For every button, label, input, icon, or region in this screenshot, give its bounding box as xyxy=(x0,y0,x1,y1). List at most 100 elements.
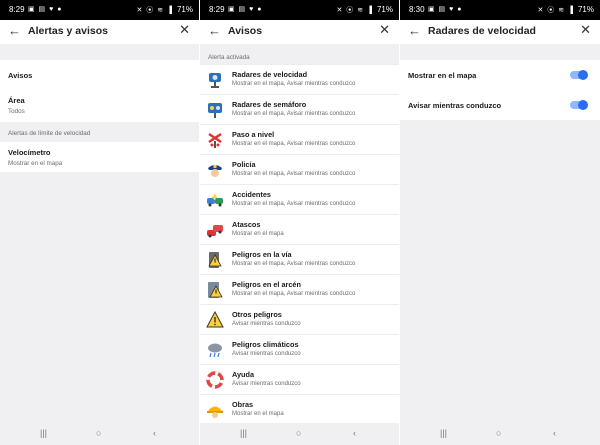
item-subtitle: Mostrar en el mapa xyxy=(232,231,284,237)
item-subtitle: Mostrar en el mapa, Avisar mientras cond… xyxy=(232,81,356,87)
item-title: Paso a nivel xyxy=(232,130,275,139)
railroad-crossing-icon xyxy=(208,132,222,148)
app-bar: ← Alertas y avisos ✕ xyxy=(0,20,199,44)
battery-level: 71% xyxy=(176,5,193,14)
list-item[interactable]: Otros peligros Avisar mientras conduzco xyxy=(200,304,399,334)
list-item[interactable]: Ayuda Avisar mientras conduzco xyxy=(200,364,399,394)
battery-level: 71% xyxy=(376,5,393,14)
list-item[interactable]: Peligros climáticos Avisar mientras cond… xyxy=(200,334,399,364)
list-item[interactable]: Policía Mostrar en el mapa, Avisar mient… xyxy=(200,154,399,184)
police-icon xyxy=(208,165,222,177)
item-title: Peligros en el arcén xyxy=(232,280,301,289)
page-title: Alertas y avisos xyxy=(28,25,108,37)
area-value: Todos xyxy=(8,108,25,115)
recent-apps-icon[interactable]: ||| xyxy=(40,428,47,438)
recent-apps-icon[interactable]: ||| xyxy=(440,428,447,438)
list-item[interactable]: Radares de semáforo Mostrar en el mapa, … xyxy=(200,94,399,124)
item-title: Peligros en la vía xyxy=(232,250,292,259)
status-bar: 8:29 ▣ ▤ ♥ ● ✕ ⦿ ≋ ▐ 71% xyxy=(0,0,199,20)
item-subtitle: Mostrar en el mapa, Avisar mientras cond… xyxy=(232,171,356,177)
construction-icon xyxy=(207,406,223,418)
item-title: Atascos xyxy=(232,220,261,229)
area-row[interactable]: Área Todos xyxy=(0,90,199,122)
speed-limit-section-label: Alertas de límite de velocidad xyxy=(8,130,91,137)
weather-icon xyxy=(208,343,222,358)
traffic-light-camera-icon xyxy=(208,103,222,118)
back-arrow-icon[interactable]: ← xyxy=(208,24,221,38)
nav-back-icon[interactable]: ‹ xyxy=(553,428,556,438)
item-subtitle: Mostrar en el mapa, Avisar mientras cond… xyxy=(232,201,356,207)
system-nav-bar: ||| ○ ‹ xyxy=(0,423,199,445)
item-title: Otros peligros xyxy=(232,310,282,319)
area-label: Área xyxy=(8,96,25,105)
system-icons: ✕ ⦿ ≋ ▐ xyxy=(537,7,574,14)
speedometer-value: Mostrar en el mapa xyxy=(8,160,63,167)
item-subtitle: Avisar mientras conduzco xyxy=(232,351,301,357)
speedometer-row[interactable]: Velocímetro Mostrar en el mapa xyxy=(0,142,199,172)
item-title: Obras xyxy=(232,400,254,409)
item-title: Radares de velocidad xyxy=(232,70,308,79)
app-bar: ← Radares de velocidad ✕ xyxy=(400,20,600,44)
recent-apps-icon[interactable]: ||| xyxy=(240,428,247,438)
item-subtitle: Mostrar en el mapa, Avisar mientras cond… xyxy=(232,261,356,267)
system-icons: ✕ ⦿ ≋ ▐ xyxy=(136,7,173,14)
show-on-map-toggle[interactable] xyxy=(570,70,588,80)
road-hazard-icon xyxy=(208,252,222,268)
item-title: Policía xyxy=(232,160,256,169)
item-subtitle: Mostrar en el mapa xyxy=(232,411,284,417)
home-icon[interactable]: ○ xyxy=(496,428,501,438)
alerts-and-notices-screen: 8:29 ▣ ▤ ♥ ● ✕ ⦿ ≋ ▐ 71% ← Alertas y avi… xyxy=(0,0,199,445)
lifebuoy-icon xyxy=(206,371,224,389)
home-icon[interactable]: ○ xyxy=(296,428,301,438)
warning-icon xyxy=(206,311,224,328)
app-bar: ← Avisos ✕ xyxy=(200,20,399,44)
system-nav-bar: ||| ○ ‹ xyxy=(400,423,600,445)
item-title: Ayuda xyxy=(232,370,255,379)
status-time: 8:30 xyxy=(409,5,425,14)
item-subtitle: Mostrar en el mapa, Avisar mientras cond… xyxy=(232,141,356,147)
nav-back-icon[interactable]: ‹ xyxy=(153,428,156,438)
close-icon[interactable]: ✕ xyxy=(379,23,390,37)
back-arrow-icon[interactable]: ← xyxy=(408,24,421,38)
item-subtitle: Avisar mientras conduzco xyxy=(232,381,301,387)
list-item[interactable]: Obras Mostrar en el mapa xyxy=(200,394,399,424)
alert-enabled-section-label: Alerta activada xyxy=(208,54,250,61)
notice-list: Radares de velocidad Mostrar en el mapa,… xyxy=(200,64,399,424)
item-title: Peligros climáticos xyxy=(232,340,299,349)
warn-while-driving-row[interactable]: Avisar mientras conduzco xyxy=(400,90,600,120)
accident-icon xyxy=(207,193,223,207)
warn-while-driving-toggle[interactable] xyxy=(570,100,588,110)
status-time: 8:29 xyxy=(209,5,225,14)
speed-camera-settings-screen: 8:30 ▣ ▤ ♥ ● ✕ ⦿ ≋ ▐ 71% ← Radares de ve… xyxy=(400,0,600,445)
speedometer-label: Velocímetro xyxy=(8,148,51,157)
list-item[interactable]: Peligros en la vía Mostrar en el mapa, A… xyxy=(200,244,399,274)
system-nav-bar: ||| ○ ‹ xyxy=(200,423,399,445)
list-item[interactable]: Radares de velocidad Mostrar en el mapa,… xyxy=(200,64,399,94)
back-arrow-icon[interactable]: ← xyxy=(8,24,21,38)
list-item[interactable]: Paso a nivel Mostrar en el mapa, Avisar … xyxy=(200,124,399,154)
warn-while-driving-label: Avisar mientras conduzco xyxy=(408,101,502,110)
item-subtitle: Avisar mientras conduzco xyxy=(232,321,301,327)
item-title: Radares de semáforo xyxy=(232,100,307,109)
home-icon[interactable]: ○ xyxy=(96,428,101,438)
notification-icons: ▣ ▤ ♥ ● xyxy=(228,6,263,13)
show-on-map-label: Mostrar en el mapa xyxy=(408,71,477,80)
item-subtitle: Mostrar en el mapa, Avisar mientras cond… xyxy=(232,291,356,297)
close-icon[interactable]: ✕ xyxy=(580,23,591,37)
item-title: Accidentes xyxy=(232,190,271,199)
nav-back-icon[interactable]: ‹ xyxy=(353,428,356,438)
list-item[interactable]: Peligros en el arcén Mostrar en el mapa,… xyxy=(200,274,399,304)
speed-camera-icon xyxy=(209,73,221,88)
notices-screen: 8:29 ▣ ▤ ♥ ● ✕ ⦿ ≋ ▐ 71% ← Avisos ✕ Aler… xyxy=(200,0,399,445)
show-on-map-row[interactable]: Mostrar en el mapa xyxy=(400,60,600,90)
status-bar: 8:30 ▣ ▤ ♥ ● ✕ ⦿ ≋ ▐ 71% xyxy=(400,0,600,20)
list-item[interactable]: Accidentes Mostrar en el mapa, Avisar mi… xyxy=(200,184,399,214)
traffic-jam-icon xyxy=(207,225,223,238)
page-title: Avisos xyxy=(228,25,263,37)
notices-row[interactable]: Avisos xyxy=(0,60,199,90)
list-item[interactable]: Atascos Mostrar en el mapa xyxy=(200,214,399,244)
status-bar: 8:29 ▣ ▤ ♥ ● ✕ ⦿ ≋ ▐ 71% xyxy=(200,0,399,20)
notices-label: Avisos xyxy=(8,71,33,80)
system-icons: ✕ ⦿ ≋ ▐ xyxy=(336,7,373,14)
close-icon[interactable]: ✕ xyxy=(179,23,190,37)
